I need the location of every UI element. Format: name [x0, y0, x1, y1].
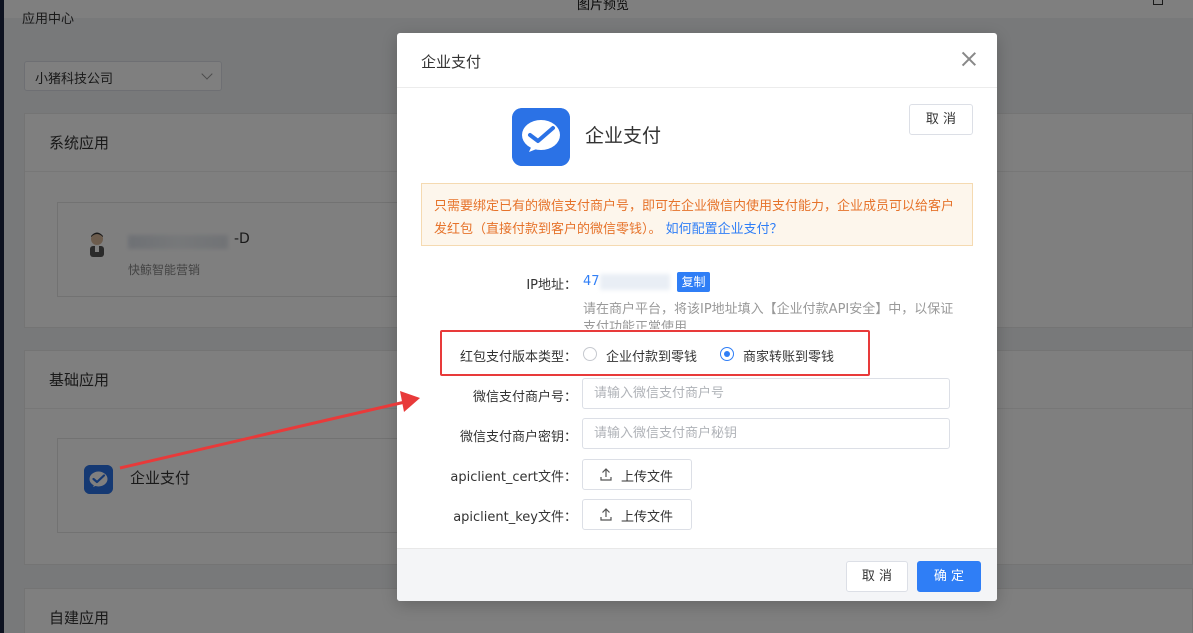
enterprise-pay-dialog: 企业支付 企业支付 取 消 只需要绑定已有的微信支付商户号，即可在企业微信内使用… [397, 33, 997, 601]
key-file-label: apiclient_key文件： [453, 510, 577, 525]
cert-file-label: apiclient_cert文件： [450, 470, 577, 485]
ip-redacted [600, 274, 670, 290]
mch-id-input[interactable] [582, 378, 950, 409]
close-icon[interactable] [961, 51, 977, 67]
info-notice: 只需要绑定已有的微信支付商户号，即可在企业微信内使用支付能力，企业成员可以给客户… [421, 183, 973, 246]
cancel-button[interactable]: 取 消 [846, 561, 908, 592]
upload-cert-label: 上传文件 [621, 470, 674, 485]
radio-merchant-transfer-label[interactable]: 商家转账到零钱 [743, 346, 834, 365]
upload-cert-button[interactable]: 上传文件 [582, 459, 692, 490]
mch-key-input[interactable] [582, 418, 950, 449]
dialog-footer: 取 消 确 定 [397, 548, 997, 601]
upload-icon [600, 468, 612, 481]
dialog-title: 企业支付 [421, 53, 482, 71]
ip-hint: 请在商户平台，将该IP地址填入【企业付款API安全】中，以保证支付功能正常使用 [583, 302, 954, 329]
confirm-button[interactable]: 确 定 [917, 561, 981, 592]
upload-key-label: 上传文件 [621, 510, 674, 525]
mch-id-label: 微信支付商户号： [472, 390, 577, 405]
version-label: 红包支付版本类型： [459, 350, 577, 365]
radio-merchant-transfer[interactable] [720, 347, 734, 361]
upload-icon [600, 508, 612, 521]
ip-value: 47 [583, 274, 600, 289]
copy-button[interactable]: 复制 [677, 272, 710, 292]
upload-key-button[interactable]: 上传文件 [582, 499, 692, 530]
radio-enterprise-pay[interactable] [583, 347, 597, 361]
ip-label: IP地址： [526, 278, 577, 293]
radio-enterprise-pay-label[interactable]: 企业付款到零钱 [606, 346, 697, 365]
dialog-header: 企业支付 [397, 33, 997, 88]
cancel-button-top[interactable]: 取 消 [909, 104, 973, 135]
mch-key-label: 微信支付商户密钥： [459, 430, 577, 445]
dialog-app-name: 企业支付 [585, 125, 662, 147]
enterprise-pay-logo-icon [512, 108, 570, 166]
config-help-link[interactable]: 如何配置企业支付？ [666, 222, 783, 237]
